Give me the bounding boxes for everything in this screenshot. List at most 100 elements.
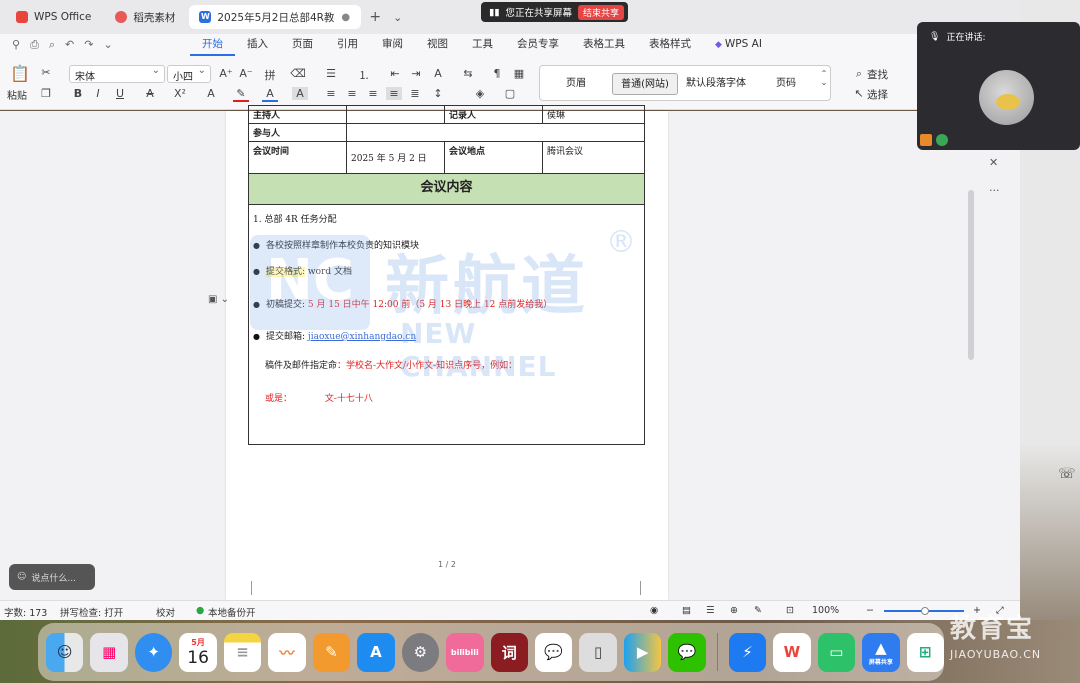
downloads-stack-icon[interactable]: ⊞ xyxy=(906,632,945,672)
screen-share-app-icon[interactable]: ▲ 屏幕共享 xyxy=(862,632,900,672)
meeting-floating-window[interactable]: 🎙 正在讲话: xyxy=(917,22,1080,150)
superscript-icon[interactable]: X² xyxy=(172,87,188,100)
eye-protect-icon[interactable]: ◉ xyxy=(650,605,658,616)
page-view-icon[interactable]: ▤ xyxy=(682,605,691,616)
numbered-list-icon[interactable]: ⒈ xyxy=(356,67,372,83)
menu-home[interactable]: 开始 xyxy=(190,34,235,56)
increase-indent-icon[interactable]: ⇥ xyxy=(408,67,424,80)
link-icon[interactable]: ⚲ xyxy=(12,38,20,52)
pages-icon[interactable]: ✎ xyxy=(312,632,351,672)
spell-check-status[interactable]: 拼写检查: 打开 xyxy=(60,605,123,619)
wps-office-icon[interactable]: W xyxy=(773,632,811,672)
stop-share-button[interactable]: 结束共享 xyxy=(577,4,624,20)
menu-review[interactable]: 审阅 xyxy=(370,34,415,56)
table-handle-button[interactable]: ▣ ⌄ xyxy=(208,294,236,308)
proof-button[interactable]: 校对 xyxy=(156,605,175,619)
text-effect-icon[interactable]: A xyxy=(203,87,219,100)
fit-page-icon[interactable]: ⊡ xyxy=(786,605,794,616)
phonetic-icon[interactable]: 拼 xyxy=(262,67,278,83)
zoom-out-icon[interactable]: − xyxy=(866,605,874,616)
bullet-list-icon[interactable]: ☰ xyxy=(323,67,339,80)
vertical-scrollbar[interactable] xyxy=(968,190,974,360)
decrease-indent-icon[interactable]: ⇤ xyxy=(387,67,403,80)
quick-more-chevron-icon[interactable]: ⌄ xyxy=(103,38,112,52)
app-store-icon[interactable]: A xyxy=(357,632,395,672)
italic-icon[interactable]: I xyxy=(90,87,106,100)
system-settings-icon[interactable]: ⚙ xyxy=(401,632,440,672)
menu-tools[interactable]: 工具 xyxy=(460,34,505,56)
freeform-icon[interactable]: 〰 xyxy=(268,632,306,672)
menu-table-tools[interactable]: 表格工具 xyxy=(571,34,637,56)
participant-icon[interactable] xyxy=(920,134,932,146)
tencent-meeting-icon[interactable]: ▭ xyxy=(817,632,856,672)
tab-list-chevron-icon[interactable]: ⌄ xyxy=(389,11,406,24)
backup-status[interactable]: 本地备份开 xyxy=(208,605,256,619)
document-page[interactable]: 主持人 记录人 侯琳 参与人 会议时间 2025 年 5 月 2 日 会议地点 … xyxy=(226,105,668,600)
find-button[interactable]: 查找 xyxy=(867,67,888,82)
undo-icon[interactable]: ↶ xyxy=(65,38,74,52)
tools-icon[interactable]: ✕ xyxy=(989,156,998,169)
border-icon[interactable]: ▢ xyxy=(502,87,518,100)
launchpad-icon[interactable]: ▦ xyxy=(90,632,128,672)
align-right-icon[interactable]: ≡ xyxy=(365,87,381,100)
distribute-icon[interactable]: ≣ xyxy=(407,87,423,100)
style-page-number[interactable]: 页码 xyxy=(760,73,812,95)
table-grid-icon[interactable]: ▦ xyxy=(511,67,527,80)
grow-font-icon[interactable]: A⁺ xyxy=(218,67,234,80)
menu-table-style[interactable]: 表格样式 xyxy=(637,34,703,56)
outline-view-icon[interactable]: ☰ xyxy=(706,605,715,616)
paste-icon[interactable]: 📋 xyxy=(10,64,30,83)
safari-icon[interactable]: ✦ xyxy=(134,632,173,672)
copy-icon[interactable]: ❐ xyxy=(38,87,54,100)
dictionary-icon[interactable]: 词 xyxy=(490,632,528,672)
style-default-paragraph-font[interactable]: 默认段落字体 xyxy=(684,73,748,95)
align-left-icon[interactable]: ≡ xyxy=(323,87,339,100)
bold-icon[interactable]: B xyxy=(70,87,86,100)
menu-view[interactable]: 视图 xyxy=(415,34,460,56)
comment-input[interactable]: ☺ 说点什么... xyxy=(9,564,95,590)
menu-member[interactable]: 会员专享 xyxy=(505,34,571,56)
mic-status-icon[interactable] xyxy=(936,134,948,146)
web-view-icon[interactable]: ⊕ xyxy=(730,605,738,616)
iphone-mirroring-icon[interactable]: ▯ xyxy=(579,632,617,672)
new-tab-button[interactable]: + xyxy=(365,9,385,25)
calendar-icon[interactable]: 5月 16 xyxy=(179,632,217,672)
style-scroll-icon[interactable]: ⌃ ⌄ xyxy=(816,69,832,87)
highlight-color-icon[interactable]: ✎ xyxy=(233,87,249,102)
video-player-icon[interactable]: ▶ xyxy=(623,632,662,672)
zoom-slider-knob[interactable] xyxy=(921,607,929,615)
notes-icon[interactable]: ≡ xyxy=(223,632,262,672)
menu-reference[interactable]: 引用 xyxy=(325,34,370,56)
align-center-icon[interactable]: ≡ xyxy=(344,87,360,100)
font-color-icon[interactable]: A xyxy=(262,87,278,102)
paste-button[interactable]: 粘贴 xyxy=(7,87,27,102)
shrink-font-icon[interactable]: A⁻ xyxy=(238,67,254,80)
finder-icon[interactable]: ☺ xyxy=(46,632,84,672)
menu-insert[interactable]: 插入 xyxy=(235,34,280,56)
thunder-icon[interactable]: ⚡ xyxy=(728,632,767,672)
redo-icon[interactable]: ↷ xyxy=(84,38,93,52)
more-icon[interactable]: ··· xyxy=(989,184,1000,197)
font-name-select[interactable]: 宋体 xyxy=(69,65,165,83)
tab-document[interactable]: W 2025年5月2日总部4R教研会议 ● xyxy=(189,5,362,29)
call-icon[interactable]: ☏ xyxy=(1058,466,1076,482)
chinese-layout-icon[interactable]: A xyxy=(430,67,446,80)
underline-icon[interactable]: U xyxy=(112,87,128,100)
char-shading-icon[interactable]: A xyxy=(292,87,308,100)
chat-bubble-app-icon[interactable]: 💬 xyxy=(534,632,573,672)
justify-icon[interactable]: ≡ xyxy=(386,87,402,100)
shading-icon[interactable]: ◈ xyxy=(472,87,488,100)
tab-wps-office[interactable]: WPS Office xyxy=(6,5,101,29)
submit-email-link[interactable]: jiaoxue@xinhangdao.cn xyxy=(308,332,416,342)
wechat-icon[interactable]: 💬 xyxy=(668,632,706,672)
strikethrough-icon[interactable]: A xyxy=(142,87,158,100)
menu-page[interactable]: 页面 xyxy=(280,34,325,56)
clear-format-icon[interactable]: ⌫ xyxy=(290,67,306,80)
style-header[interactable]: 页眉 xyxy=(550,73,602,95)
zoom-level[interactable]: 100% xyxy=(812,605,839,616)
select-icon[interactable]: ↖ xyxy=(851,87,867,100)
show-marks-icon[interactable]: ¶ xyxy=(489,67,505,80)
cut-icon[interactable]: ✂ xyxy=(38,66,54,79)
text-direction-icon[interactable]: ⇆ xyxy=(460,67,476,80)
menu-wps-ai[interactable]: WPS AI xyxy=(703,34,774,56)
